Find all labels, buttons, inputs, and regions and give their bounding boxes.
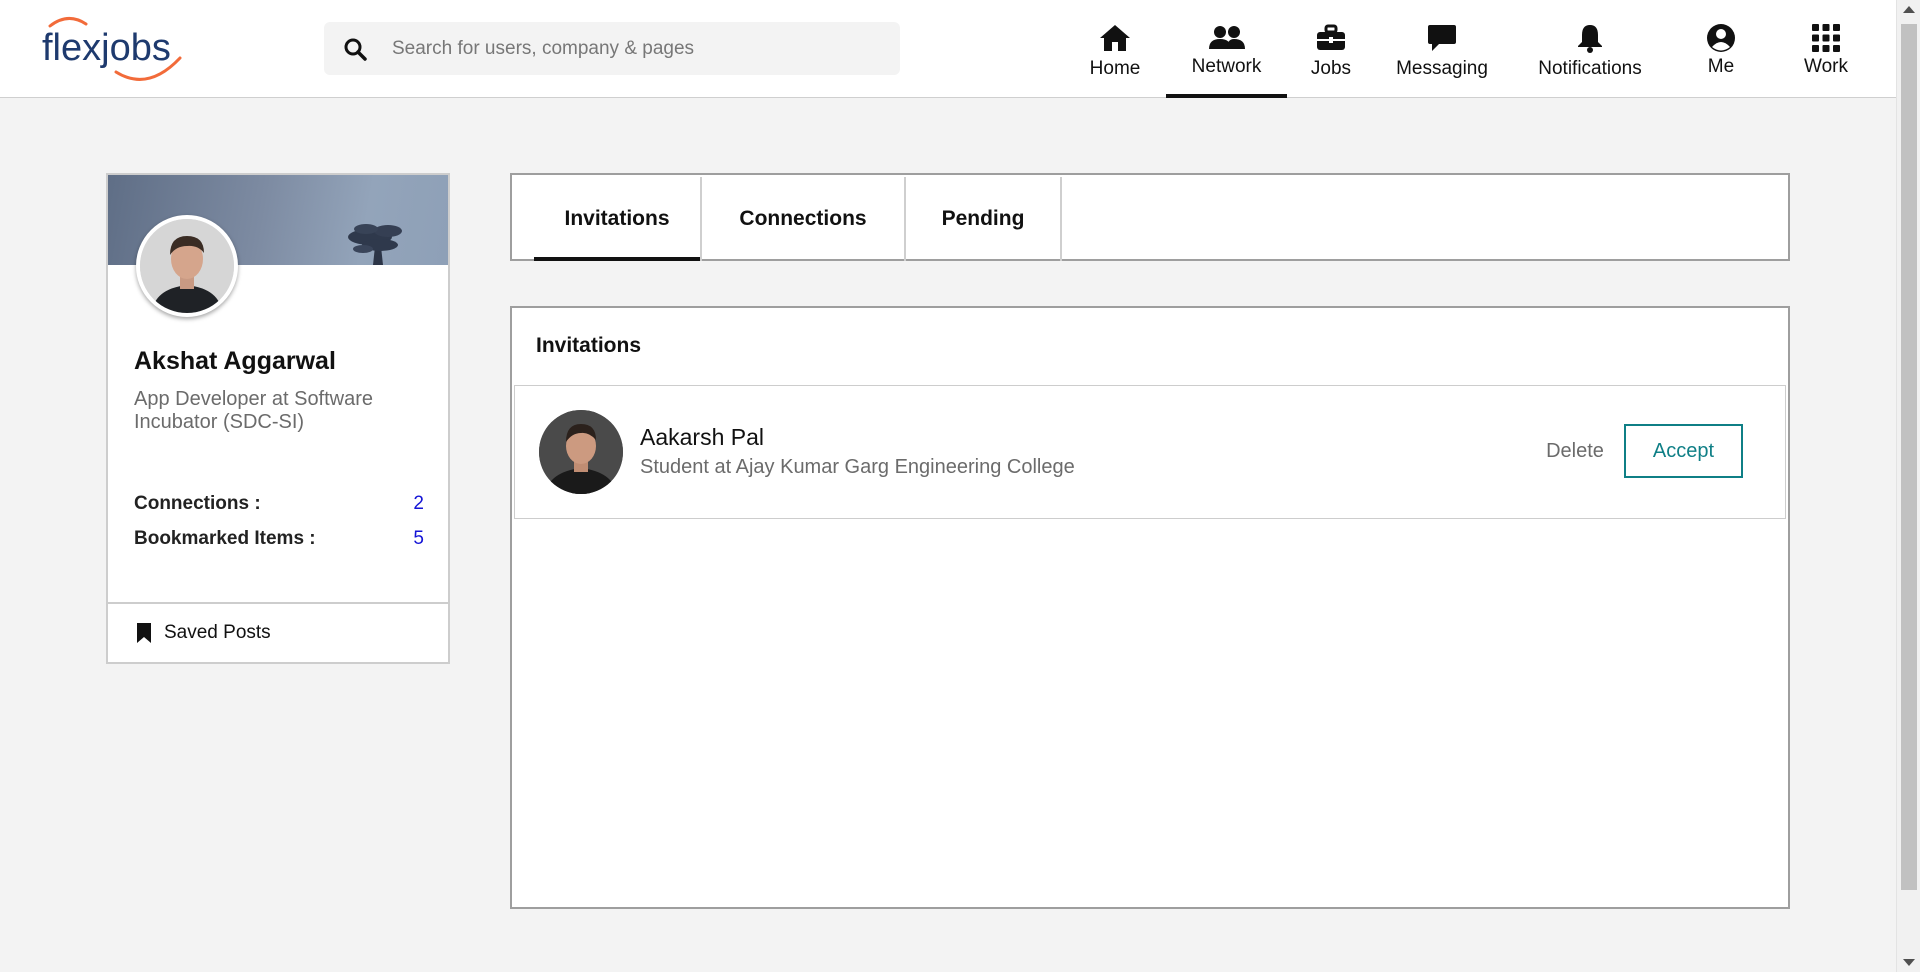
profile-name[interactable]: Akshat Aggarwal: [134, 347, 336, 376]
invitee-headline: Student at Ajay Kumar Garg Engineering C…: [640, 456, 1075, 478]
user-circle-icon: [1703, 22, 1739, 54]
invitation-item: Aakarsh Pal Student at Ajay Kumar Garg E…: [514, 385, 1786, 519]
bookmark-icon: [137, 623, 151, 643]
tab-invitations[interactable]: Invitations: [534, 177, 702, 261]
nav-label: Network: [1191, 56, 1262, 77]
users-icon: [1208, 22, 1245, 54]
bookmarked-items-stat[interactable]: Bookmarked Items : 5: [134, 528, 424, 550]
accept-button[interactable]: Accept: [1624, 424, 1743, 478]
home-icon: [1097, 22, 1133, 54]
delete-button[interactable]: Delete: [1523, 424, 1627, 478]
stat-label: Connections :: [134, 493, 261, 514]
nav-label: Jobs: [1310, 58, 1352, 79]
nav-notifications[interactable]: Notifications: [1536, 0, 1644, 98]
panel-title: Invitations: [536, 334, 642, 357]
chat-icon: [1424, 22, 1460, 54]
nav-home[interactable]: Home: [1080, 0, 1150, 98]
invitee-avatar[interactable]: [539, 410, 623, 494]
nav-work[interactable]: Work: [1796, 0, 1856, 98]
page-scrollbar[interactable]: [1896, 0, 1920, 972]
nav-me[interactable]: Me: [1696, 0, 1746, 98]
stat-label: Bookmarked Items :: [134, 528, 316, 549]
stat-value[interactable]: 5: [413, 528, 424, 550]
search-icon: [340, 34, 370, 64]
nav-label: Home: [1089, 58, 1141, 79]
profile-card: Akshat Aggarwal App Developer at Softwar…: [106, 173, 450, 604]
grid-icon: [1808, 22, 1844, 54]
profile-avatar[interactable]: [136, 215, 238, 317]
nav-label: Notifications: [1538, 58, 1642, 79]
search-input[interactable]: [392, 37, 872, 60]
profile-headline: App Developer at Software Incubator (SDC…: [134, 388, 374, 433]
scroll-down-arrow-icon[interactable]: [1903, 959, 1915, 966]
scrollbar-thumb[interactable]: [1901, 24, 1917, 890]
invitee-name[interactable]: Aakarsh Pal: [640, 424, 764, 451]
flexjobs-logo[interactable]: flexjobs: [28, 14, 188, 84]
stat-value[interactable]: 2: [413, 493, 424, 515]
connections-stat[interactable]: Connections : 2: [134, 493, 424, 515]
tab-connections[interactable]: Connections: [702, 177, 906, 261]
network-tabs: Invitations Connections Pending: [510, 173, 1790, 261]
nav-label: Messaging: [1396, 58, 1488, 79]
svg-text:flexjobs: flexjobs: [42, 27, 171, 69]
saved-posts-label: Saved Posts: [164, 622, 271, 643]
nav-messaging[interactable]: Messaging: [1396, 0, 1488, 98]
nav-label: Me: [1707, 56, 1735, 77]
invitations-panel: Invitations Aakarsh Pal Student at Ajay …: [510, 306, 1790, 909]
tab-pending[interactable]: Pending: [906, 177, 1062, 261]
search-bar[interactable]: [324, 22, 900, 75]
nav-network[interactable]: Network: [1166, 0, 1287, 98]
nav-label: Work: [1804, 56, 1848, 77]
top-navbar: flexjobs Home Network: [0, 0, 1896, 98]
saved-posts-link[interactable]: Saved Posts: [106, 602, 450, 664]
bell-icon: [1572, 22, 1608, 54]
briefcase-icon: [1313, 22, 1349, 54]
scroll-up-arrow-icon[interactable]: [1903, 6, 1915, 13]
nav-jobs[interactable]: Jobs: [1303, 0, 1359, 98]
